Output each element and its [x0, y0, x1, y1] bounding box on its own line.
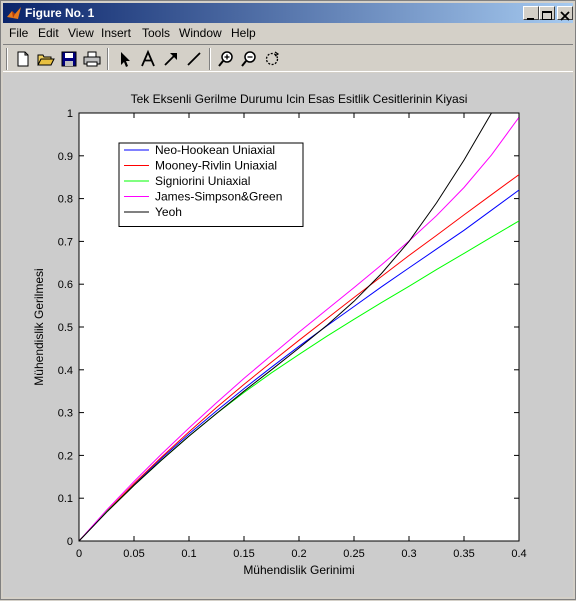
- legend-entry-label: Signiorini Uniaxial: [155, 174, 250, 188]
- menu-file[interactable]: File: [9, 26, 28, 40]
- y-tick-label: 0: [67, 536, 73, 548]
- close-icon: [560, 11, 570, 21]
- maximize-button[interactable]: [539, 6, 555, 20]
- menu-edit[interactable]: Edit: [38, 26, 59, 40]
- insert-line-button[interactable]: [184, 49, 204, 69]
- x-tick-label: 0.05: [123, 548, 144, 560]
- x-tick-label: 0.15: [233, 548, 254, 560]
- select-button[interactable]: [115, 49, 135, 69]
- y-tick-label: 0.1: [58, 493, 73, 505]
- toolbar-grip: [6, 48, 8, 70]
- figure-canvas[interactable]: 0 0.05 0.1 0.15 0.2 0.25 0.3 0.35 0.4 0 0.1 0.2 0.3 0…: [3, 73, 573, 597]
- zoom-out-icon: [241, 51, 256, 67]
- x-tick-label: 0.25: [343, 548, 364, 560]
- print-icon: [83, 51, 101, 67]
- minimize-button[interactable]: [523, 6, 539, 20]
- line-chart[interactable]: 0 0.05 0.1 0.15 0.2 0.25 0.3 0.35 0.4 0 0.1 0.2 0.3 0…: [3, 73, 573, 597]
- y-tick-label: 0.5: [58, 322, 73, 334]
- print-button[interactable]: [82, 49, 102, 69]
- x-tick-label: 0.2: [291, 548, 306, 560]
- matlab-logo-icon: [7, 7, 21, 19]
- x-tick-label: 0.35: [453, 548, 474, 560]
- x-tick-label: 0.1: [181, 548, 196, 560]
- y-tick-label: 0.6: [58, 279, 73, 291]
- save-icon: [61, 51, 77, 67]
- y-tick-label: 0.9: [58, 151, 73, 163]
- legend-entry-label: James-Simpson&Green: [155, 190, 282, 204]
- y-tick-label: 1: [67, 108, 73, 120]
- y-tick-label: 0.8: [58, 194, 73, 206]
- new-file-button[interactable]: [13, 49, 33, 69]
- x-tick-label: 0.3: [401, 548, 416, 560]
- insert-line-icon: [187, 52, 201, 66]
- close-button[interactable]: [557, 6, 573, 21]
- toolbar-separator: [209, 48, 211, 70]
- zoom-in-button[interactable]: [216, 49, 236, 69]
- minimize-icon: [527, 18, 534, 20]
- legend[interactable]: Neo-Hookean Uniaxial Mooney-Rivlin Uniaxi…: [118, 142, 304, 227]
- x-axis-label: Mühendislik Gerinimi: [243, 563, 354, 577]
- title-bar[interactable]: Figure No. 1: [3, 3, 573, 23]
- toolbar: [3, 44, 573, 72]
- menu-window[interactable]: Window: [179, 26, 222, 40]
- chart-title: Tek Eksenli Gerilme Durumu Icin Esas Esi…: [131, 92, 468, 106]
- x-tick-label: 0: [76, 548, 82, 560]
- new-file-icon: [17, 51, 29, 67]
- open-folder-icon: [37, 54, 55, 66]
- y-axis-label: Mühendislik Gerilmesi: [32, 268, 46, 385]
- y-tick-label: 0.7: [58, 236, 73, 248]
- save-button[interactable]: [59, 49, 79, 69]
- legend-entry-label: Neo-Hookean Uniaxial: [155, 143, 275, 157]
- insert-arrow-button[interactable]: [161, 49, 181, 69]
- menu-insert[interactable]: Insert: [101, 26, 131, 40]
- x-tick-label: 0.4: [511, 548, 526, 560]
- figure-window: Figure No. 1 File Edit View Insert Tools…: [0, 0, 576, 600]
- menu-bar: File Edit View Insert Tools Window Help: [3, 23, 573, 43]
- menu-tools[interactable]: Tools: [142, 26, 170, 40]
- insert-arrow-icon: [164, 53, 177, 66]
- open-file-button[interactable]: [36, 49, 56, 69]
- maximize-icon: [542, 11, 552, 20]
- zoom-in-icon: [218, 51, 233, 67]
- legend-entry-label: Yeoh: [155, 205, 182, 219]
- zoom-out-button[interactable]: [239, 49, 259, 69]
- rotate-icon: [265, 51, 280, 66]
- select-arrow-icon: [121, 52, 130, 67]
- toolbar-separator: [107, 48, 109, 70]
- legend-entry-label: Mooney-Rivlin Uniaxial: [155, 159, 277, 173]
- y-tick-label: 0.2: [58, 450, 73, 462]
- insert-text-button[interactable]: [138, 49, 158, 69]
- menu-help[interactable]: Help: [231, 26, 256, 40]
- y-tick-label: 0.3: [58, 408, 73, 420]
- y-tick-label: 0.4: [58, 365, 73, 377]
- menu-view[interactable]: View: [68, 26, 94, 40]
- rotate-button[interactable]: [262, 49, 282, 69]
- insert-text-icon: [141, 49, 155, 67]
- window-title: Figure No. 1: [25, 6, 95, 20]
